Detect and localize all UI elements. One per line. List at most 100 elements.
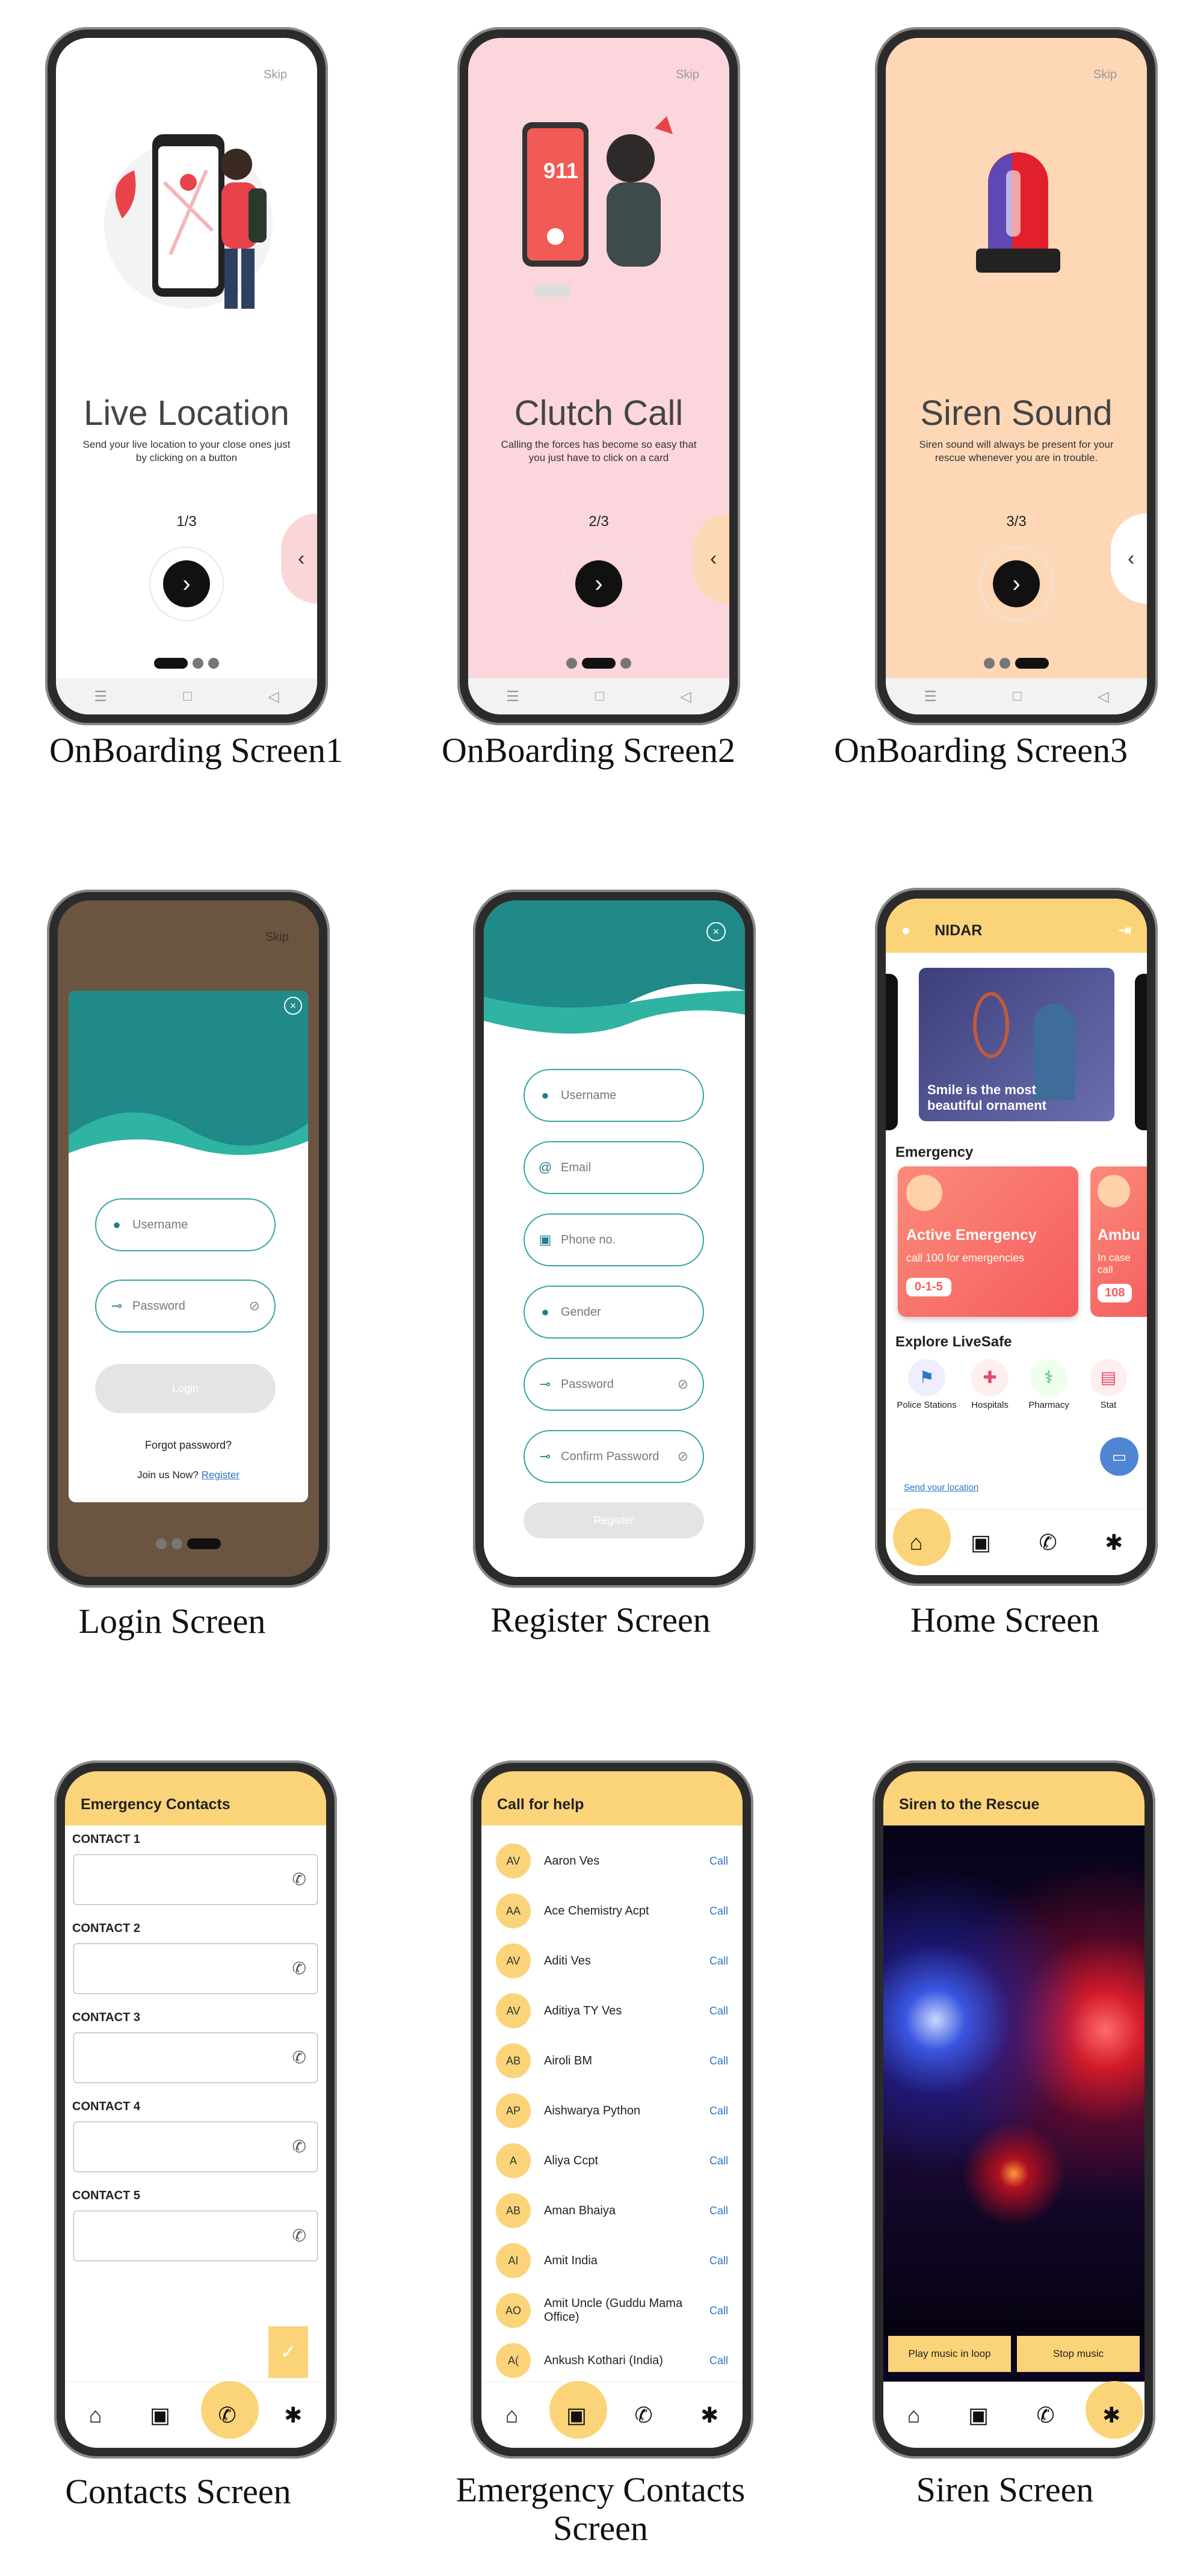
eye-slash-icon[interactable]: ⊘ [678,1449,688,1464]
active-emergency-card[interactable]: Active Emergency call 100 for emergencie… [898,1166,1078,1317]
call-button[interactable]: Call [709,2355,728,2367]
call-button[interactable]: Call [709,1955,728,1968]
call-button[interactable]: Call [709,2005,728,2017]
contacts-icon[interactable]: ▣ [968,2403,989,2428]
password-field[interactable]: ⊸ Password ⊘ [95,1280,276,1333]
home-square-icon[interactable]: □ [1013,688,1022,705]
contact-row[interactable]: A(Ankush Kothari (India) Call [481,2336,743,2385]
call-button[interactable]: Call [709,2155,728,2167]
menu-icon[interactable]: ☰ [924,688,937,705]
call-button[interactable]: Call [709,2205,728,2217]
explore-item-bus-station[interactable]: ▤ Stat [1084,1359,1132,1410]
home-icon[interactable]: ⌂ [89,2403,102,2428]
phone-icon[interactable]: ✆ [292,1958,306,1978]
stop-music-button[interactable]: Stop music [1017,2336,1140,2372]
phone-icon[interactable]: ✆ [292,1869,306,1889]
contact-row[interactable]: AV Aditi Ves Call [481,1936,743,1986]
explore-item-hospitals[interactable]: ✚ Hospitals [963,1359,1017,1410]
asterisk-icon[interactable]: ✱ [1105,1530,1123,1555]
skip-button[interactable]: Skip [265,930,289,944]
username-field[interactable]: ● Username [524,1069,704,1122]
contact-row[interactable]: AP Aishwarya Python Call [481,2086,743,2135]
header-wave-shape [484,900,745,1034]
phone-icon[interactable]: ✆ [292,2226,306,2246]
contact-row[interactable]: A Aliya Ccpt Call [481,2136,743,2185]
asterisk-icon[interactable]: ✱ [1085,2380,1144,2439]
register-button[interactable]: Register [524,1502,704,1538]
carousel-card-prev[interactable] [886,974,898,1130]
phone-icon[interactable]: ✆ [634,2403,652,2428]
menu-icon[interactable]: ☰ [94,688,107,705]
page-dot [582,658,616,669]
contact-row[interactable]: AB Aman Bhaiya Call [481,2186,743,2235]
contact-input-4[interactable]: ✆ [73,2122,318,2172]
eye-slash-icon[interactable]: ⊘ [249,1298,260,1314]
play-loop-button[interactable]: Play music in loop [888,2336,1011,2372]
eye-slash-icon[interactable]: ⊘ [678,1376,688,1392]
contact-input-5[interactable]: ✆ [73,2211,318,2261]
close-icon[interactable]: × [706,922,726,941]
skip-button[interactable]: Skip [264,68,287,82]
logout-icon[interactable]: ⇥ [1119,921,1131,940]
call-button[interactable]: Call [709,2055,728,2067]
contact-row[interactable]: AA Ace Chemistry Acpt Call [481,1886,743,1936]
home-icon[interactable]: ⌂ [907,2403,921,2428]
contacts-icon[interactable]: ▣ [150,2403,170,2428]
phone-icon[interactable]: ✆ [1036,2403,1054,2428]
gender-field[interactable]: ● Gender [524,1286,704,1339]
contact-input-3[interactable]: ✆ [73,2033,318,2083]
register-link[interactable]: Register [202,1469,239,1481]
menu-icon[interactable]: ☰ [506,688,519,705]
call-button[interactable]: Call [709,1855,728,1868]
contact-input-1[interactable]: ✆ [73,1854,318,1905]
chat-fab[interactable]: ▭ [1100,1437,1138,1476]
call-button[interactable]: Call [709,2105,728,2117]
email-field[interactable]: @ Email [524,1141,704,1194]
contact-row[interactable]: AO Amit Uncle (Guddu Mama Office) Call [481,2286,743,2335]
call-button[interactable]: Call [709,2305,728,2317]
contact-row[interactable]: AB Airoli BM Call [481,2036,743,2085]
ambulance-card[interactable]: Ambu In case call 108 [1090,1166,1147,1317]
phone-icon[interactable]: ✆ [292,2137,306,2156]
username-field[interactable]: ● Username [95,1198,276,1251]
call-button[interactable]: Call [709,2255,728,2267]
confirm-password-field[interactable]: ⊸ Confirm Password ⊘ [524,1430,704,1483]
phone-field[interactable]: ▣ Phone no. [524,1213,704,1266]
person-icon[interactable]: ● [901,922,910,940]
back-triangle-icon[interactable]: ◁ [268,688,279,705]
password-field[interactable]: ⊸ Password ⊘ [524,1358,704,1411]
home-square-icon[interactable]: □ [183,688,192,705]
home-icon[interactable]: ⌂ [893,1508,950,1566]
next-button[interactable]: › [993,560,1040,607]
phone-icon[interactable]: ✆ [201,2380,259,2439]
back-triangle-icon[interactable]: ◁ [680,688,691,705]
skip-button[interactable]: Skip [1093,68,1117,82]
home-square-icon[interactable]: □ [595,688,604,705]
explore-item-pharmacy[interactable]: ⚕ Pharmacy [1022,1359,1076,1410]
close-icon[interactable]: × [284,997,302,1015]
forgot-password-link[interactable]: Forgot password? [69,1439,308,1452]
back-triangle-icon[interactable]: ◁ [1098,688,1108,705]
onboarding-title: Siren Sound [920,394,1113,433]
contact-row[interactable]: AV Aaron Ves Call [481,1836,743,1886]
skip-button[interactable]: Skip [676,68,699,82]
phone-icon[interactable]: ✆ [1039,1530,1057,1555]
next-button[interactable]: › [575,560,622,607]
phone-icon[interactable]: ✆ [292,2048,306,2067]
asterisk-icon[interactable]: ✱ [700,2403,718,2428]
home-icon[interactable]: ⌂ [505,2403,519,2428]
login-button[interactable]: Login [95,1364,276,1413]
contact-input-2[interactable]: ✆ [73,1943,318,1994]
send-location-link[interactable]: Send your location [904,1482,978,1493]
carousel-card-next[interactable] [1135,974,1147,1130]
banner-card[interactable]: Smile is the most beautiful ornament [919,968,1114,1121]
contact-row[interactable]: AI Amit India Call [481,2236,743,2285]
asterisk-icon[interactable]: ✱ [284,2403,302,2428]
contacts-icon[interactable]: ▣ [971,1530,991,1555]
save-button[interactable]: ✓ [268,2326,308,2378]
next-button[interactable]: › [163,560,210,607]
explore-item-police[interactable]: ⚑ Police Stations [897,1359,957,1410]
contacts-icon[interactable]: ▣ [549,2380,607,2439]
contact-row[interactable]: AV Aditiya TY Ves Call [481,1986,743,2036]
call-button[interactable]: Call [709,1905,728,1918]
